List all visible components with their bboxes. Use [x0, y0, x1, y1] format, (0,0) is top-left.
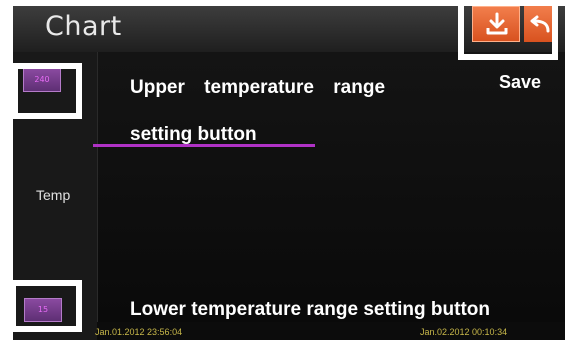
- page-title: Chart: [45, 11, 122, 42]
- save-callout-box: [458, 0, 558, 60]
- y-axis-label: Temp: [36, 187, 71, 203]
- save-annotation: Save: [499, 72, 542, 92]
- upper-range-callout-box: [12, 63, 82, 119]
- lower-range-annotation: Lower temperature range setting button: [130, 299, 490, 320]
- upper-range-annotation-line1: Upper temperature range: [130, 77, 386, 98]
- start-timestamp: Jan.01.2012 23:56:04: [95, 327, 183, 337]
- lower-range-callout-box: [10, 280, 82, 332]
- end-timestamp: Jan.02.2012 00:10:34: [420, 327, 508, 337]
- upper-range-annotation-line2: setting button: [130, 124, 257, 145]
